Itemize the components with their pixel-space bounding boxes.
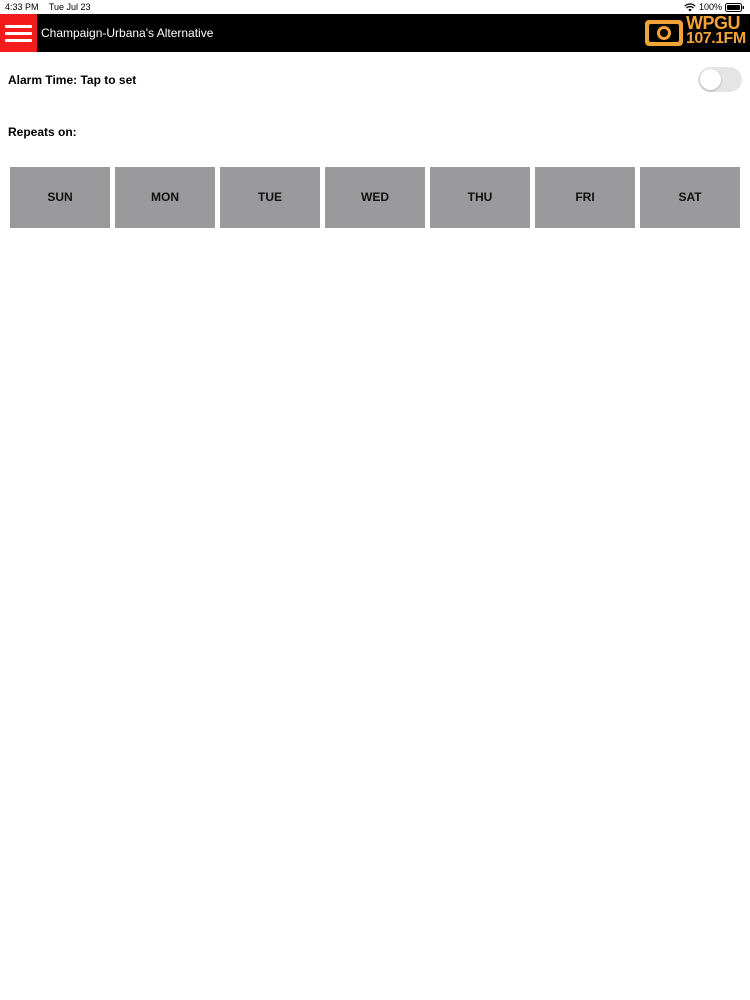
day-button-thu[interactable]: THU (430, 167, 530, 228)
battery-percent: 100% (698, 2, 722, 12)
nav-bar: Champaign-Urbana's Alternative WPGU 107.… (0, 14, 750, 52)
status-bar: 4:33 PM Tue Jul 23 100% (0, 0, 750, 14)
status-time: 4:33 PM (5, 2, 39, 12)
day-button-sat[interactable]: SAT (640, 167, 740, 228)
alarm-toggle[interactable] (698, 67, 742, 92)
status-date: Tue Jul 23 (48, 2, 91, 12)
station-logo: WPGU 107.1FM (644, 13, 746, 51)
menu-button[interactable] (0, 14, 37, 52)
station-title: Champaign-Urbana's Alternative (41, 26, 214, 40)
logo-frequency: 107.1FM (686, 30, 746, 47)
repeats-label: Repeats on: (8, 125, 77, 139)
day-button-mon[interactable]: MON (115, 167, 215, 228)
day-button-sun[interactable]: SUN (10, 167, 110, 228)
wifi-icon (684, 2, 696, 12)
battery-icon (725, 2, 745, 12)
logo-text: WPGU 107.1FM (686, 13, 746, 47)
day-button-wed[interactable]: WED (325, 167, 425, 228)
status-right: 100% (684, 0, 745, 14)
days-row: SUN MON TUE WED THU FRI SAT (10, 167, 741, 228)
toggle-knob (700, 69, 721, 90)
day-button-fri[interactable]: FRI (535, 167, 635, 228)
day-button-tue[interactable]: TUE (220, 167, 320, 228)
status-left: 4:33 PM Tue Jul 23 (5, 0, 99, 14)
alarm-time-label[interactable]: Alarm Time: Tap to set (8, 73, 136, 87)
logo-call-sign: WPGU (686, 13, 740, 33)
alarm-row: Alarm Time: Tap to set (0, 60, 750, 100)
radio-logo-icon (644, 16, 684, 55)
